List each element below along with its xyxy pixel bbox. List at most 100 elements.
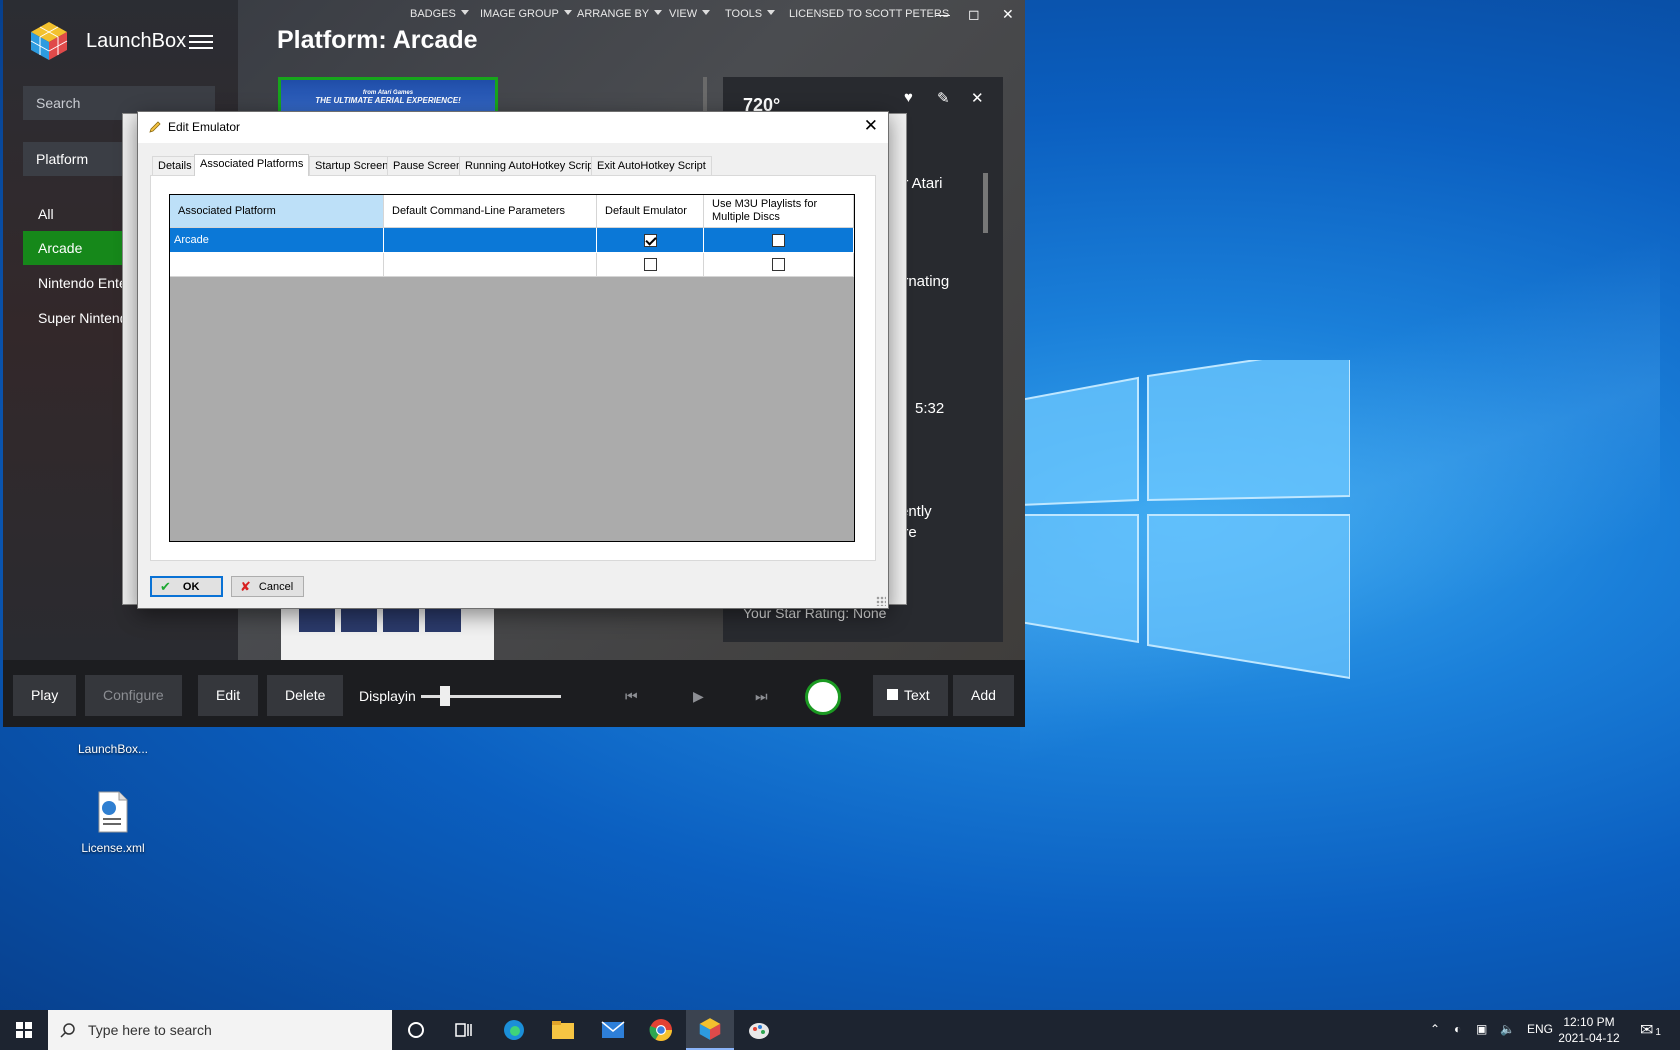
page-title: Platform: Arcade xyxy=(277,26,478,54)
resize-grip[interactable] xyxy=(876,596,886,606)
pencil-icon[interactable]: ✎ xyxy=(937,89,950,107)
display-label: Displayin xyxy=(359,688,416,704)
cross-icon: ✘ xyxy=(240,578,251,594)
heart-icon[interactable]: ♥ xyxy=(904,89,913,106)
tab-running-autohotkey[interactable]: Running AutoHotkey Script xyxy=(459,156,603,175)
mail-icon[interactable] xyxy=(589,1010,637,1050)
column-header[interactable]: Associated Platform xyxy=(170,195,384,228)
ok-button[interactable]: ✔ OK xyxy=(150,576,223,597)
tray-chevron-icon[interactable]: ⌃ xyxy=(1430,1022,1440,1036)
m3u-checkbox[interactable] xyxy=(772,258,785,271)
hamburger-menu-icon[interactable] xyxy=(189,35,213,51)
xml-file-icon xyxy=(98,791,128,833)
detail-text: 5:32 xyxy=(915,400,945,417)
play-icon[interactable]: ▶ xyxy=(693,688,704,705)
task-view-icon[interactable] xyxy=(440,1010,488,1050)
edit-button[interactable]: Edit xyxy=(198,675,259,716)
tab-associated-platforms[interactable]: Associated Platforms xyxy=(194,154,310,176)
text-toggle-button[interactable]: Text xyxy=(873,675,948,716)
desktop-icon-label: License.xml xyxy=(81,841,145,855)
m3u-checkbox[interactable] xyxy=(772,233,785,247)
next-icon[interactable]: ⏭ xyxy=(755,688,768,705)
dialog-title: Edit Emulator xyxy=(168,120,241,134)
tab-panel: Associated Platform Default Command-Line… xyxy=(150,175,876,561)
column-header[interactable]: Default Command-Line Parameters xyxy=(384,195,597,228)
notification-center-icon[interactable]: ✉ 1 xyxy=(1640,1020,1661,1040)
dialog-close-button[interactable]: ✕ xyxy=(864,116,878,136)
edit-emulator-dialog: Edit Emulator ✕ Details Associated Platf… xyxy=(137,111,889,609)
caret-down-icon xyxy=(460,10,469,15)
m3u-cell[interactable] xyxy=(704,253,854,277)
start-button[interactable] xyxy=(0,1010,48,1050)
launchbox-logo-icon xyxy=(30,22,68,60)
default-emulator-cell[interactable] xyxy=(597,253,704,277)
launchbox-taskbar-icon[interactable] xyxy=(686,1010,734,1050)
grid-header: Associated Platform Default Command-Line… xyxy=(170,195,854,228)
close-button[interactable]: ✕ xyxy=(1002,6,1014,23)
search-icon xyxy=(60,1023,75,1038)
platform-cell[interactable] xyxy=(170,253,384,277)
desktop-icon-license[interactable]: License.xml xyxy=(68,790,158,855)
paint-icon[interactable] xyxy=(735,1010,783,1050)
windows-start-icon xyxy=(16,1022,32,1038)
taskbar-search-input[interactable]: Type here to search xyxy=(48,1010,392,1050)
file-explorer-icon[interactable] xyxy=(539,1010,587,1050)
table-row[interactable]: Arcade xyxy=(170,228,854,253)
loading-spinner-icon xyxy=(805,679,841,715)
date-label: 2021-04-12 xyxy=(1558,1031,1620,1045)
menu-image-group[interactable]: IMAGE GROUP xyxy=(480,8,572,20)
menu-tools[interactable]: TOOLS xyxy=(725,8,776,20)
checkmark-icon: ✔ xyxy=(160,578,171,594)
params-cell[interactable] xyxy=(384,228,597,253)
previous-icon[interactable]: ⏮ xyxy=(625,688,638,705)
default-emulator-checkbox[interactable] xyxy=(643,258,657,271)
minimize-button[interactable]: — xyxy=(936,6,950,22)
play-button[interactable]: Play xyxy=(13,675,77,716)
menu-badges[interactable]: BADGES xyxy=(410,8,469,20)
time-label: 12:10 PM xyxy=(1563,1015,1615,1029)
license-label: LICENSED TO SCOTT PETERS xyxy=(789,8,950,20)
cortana-icon[interactable] xyxy=(392,1010,440,1050)
add-button[interactable]: Add xyxy=(953,675,1014,716)
menu-arrange-by[interactable]: ARRANGE BY xyxy=(577,8,663,20)
configure-button[interactable]: Configure xyxy=(85,675,182,716)
caret-down-icon xyxy=(563,10,572,15)
m3u-cell[interactable] xyxy=(704,228,854,253)
clock[interactable]: 12:10 PM 2021-04-12 xyxy=(1554,1014,1624,1046)
platforms-grid: Associated Platform Default Command-Line… xyxy=(169,194,855,542)
cover-text: THE ULTIMATE AERIAL EXPERIENCE! xyxy=(315,96,461,105)
cancel-button[interactable]: ✘ Cancel xyxy=(231,576,304,597)
game-cover-bottom[interactable] xyxy=(281,602,494,662)
column-header[interactable]: Use M3U Playlists for Multiple Discs xyxy=(704,195,854,228)
taskbar: Type here to search ⌃ ◐ ▣ 🔈 ENG 12:10 PM… xyxy=(0,1010,1680,1050)
edge-icon[interactable] xyxy=(490,1010,538,1050)
detail-scrollbar[interactable] xyxy=(983,173,988,233)
default-emulator-cell[interactable] xyxy=(597,228,704,253)
tab-pause-screen[interactable]: Pause Screen xyxy=(387,156,469,175)
table-row[interactable] xyxy=(170,253,854,277)
default-emulator-checkbox[interactable] xyxy=(643,233,657,247)
close-icon[interactable]: ✕ xyxy=(971,89,984,107)
tab-exit-autohotkey[interactable]: Exit AutoHotkey Script xyxy=(591,156,712,175)
platform-cell[interactable]: Arcade xyxy=(170,228,384,253)
top-menu: BADGES IMAGE GROUP ARRANGE BY VIEW TOOLS… xyxy=(238,8,1025,24)
params-cell[interactable] xyxy=(384,253,597,277)
zoom-slider-thumb[interactable] xyxy=(440,686,450,706)
column-header[interactable]: Default Emulator xyxy=(597,195,704,228)
tab-startup-screen[interactable]: Startup Screen xyxy=(309,156,395,175)
volume-icon[interactable]: 🔈 xyxy=(1500,1022,1515,1036)
delete-button[interactable]: Delete xyxy=(267,675,344,716)
maximize-button[interactable]: ◻ xyxy=(968,6,980,23)
app-title: LaunchBox xyxy=(86,30,187,52)
pencil-icon xyxy=(149,121,161,133)
meet-now-icon[interactable]: ◐ xyxy=(1454,1022,1461,1036)
bottom-toolbar: Play Configure Edit Delete Displayin ⏮ ▶… xyxy=(3,660,1025,727)
caret-down-icon xyxy=(767,10,776,15)
chrome-icon[interactable] xyxy=(637,1010,685,1050)
tab-details[interactable]: Details xyxy=(152,156,198,175)
input-language[interactable]: ENG xyxy=(1527,1022,1553,1036)
caret-down-icon xyxy=(702,10,711,15)
dialog-titlebar: Edit Emulator ✕ xyxy=(138,112,888,143)
menu-view[interactable]: VIEW xyxy=(669,8,711,20)
network-icon[interactable]: ▣ xyxy=(1476,1022,1487,1036)
